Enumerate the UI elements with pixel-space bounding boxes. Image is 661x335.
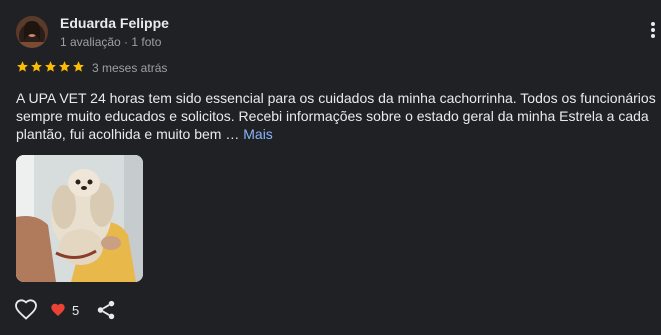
star-icon [31, 61, 42, 72]
review-photo[interactable] [16, 155, 143, 282]
more-vertical-icon[interactable] [648, 22, 658, 44]
review-text: A UPA VET 24 horas tem sido essencial pa… [16, 89, 658, 143]
author-name[interactable]: Eduarda Felippe [60, 15, 169, 31]
star-icon [45, 61, 56, 72]
star-icon [59, 61, 70, 72]
heart-filled-icon [51, 303, 65, 316]
more-link[interactable]: Mais [243, 126, 273, 142]
author-meta: 1 avaliação · 1 foto [60, 35, 162, 49]
heart-outline-icon [15, 299, 37, 320]
like-button[interactable] [14, 298, 38, 322]
share-icon [97, 300, 115, 320]
star-icon [73, 61, 84, 72]
share-button[interactable] [95, 299, 117, 321]
review-date: 3 meses atrás [92, 61, 168, 75]
avatar[interactable] [16, 16, 48, 48]
reaction-count: 5 [72, 302, 80, 318]
star-rating [16, 60, 86, 76]
star-icon [17, 61, 28, 72]
review-card: Eduarda Felippe 1 avaliação · 1 foto 3 m… [0, 0, 661, 335]
review-body: A UPA VET 24 horas tem sido essencial pa… [16, 90, 656, 142]
reaction-summary[interactable]: 5 [50, 300, 79, 320]
